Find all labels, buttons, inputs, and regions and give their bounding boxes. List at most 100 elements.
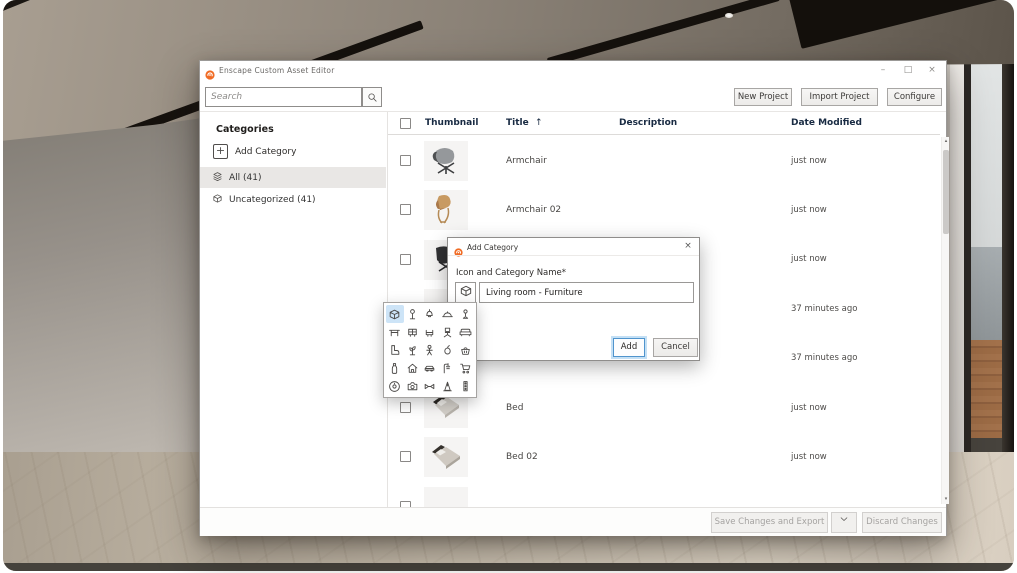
asset-thumbnail: [424, 437, 468, 477]
scene-window-wall: [950, 56, 964, 480]
box-icon[interactable]: [386, 305, 404, 323]
pendant-lamp-icon[interactable]: [421, 305, 439, 323]
shower-icon[interactable]: [439, 359, 457, 377]
maximize-button[interactable]: □: [897, 63, 919, 78]
scene-window-glass: [971, 56, 1002, 480]
ceiling-dark-corner: [782, 0, 1014, 49]
asset-thumbnail: [424, 141, 468, 181]
vertical-scrollbar[interactable]: ▴ ▾: [941, 137, 949, 504]
categories-sidebar: Categories + Add Category All (41) Uncat…: [200, 112, 387, 507]
minimize-button[interactable]: –: [872, 63, 894, 78]
bottle-icon[interactable]: [386, 359, 404, 377]
plant-icon[interactable]: [404, 341, 422, 359]
scene-window-frame: [964, 56, 971, 480]
row-checkbox[interactable]: [400, 451, 411, 462]
shopping-cart-icon[interactable]: [456, 359, 474, 377]
traffic-light-icon[interactable]: [456, 377, 474, 395]
asset-title: Armchair: [506, 156, 547, 166]
chair-icon[interactable]: [421, 323, 439, 341]
scene-window-frame: [1002, 56, 1014, 480]
table-row[interactable]: Bed 02just now: [388, 432, 940, 481]
row-checkbox[interactable]: [400, 204, 411, 215]
column-thumbnail[interactable]: Thumbnail: [425, 118, 478, 128]
table-icon[interactable]: [386, 323, 404, 341]
plus-icon: +: [213, 144, 228, 159]
add-category-button[interactable]: + Add Category: [213, 144, 296, 159]
table-row[interactable]: [388, 482, 940, 507]
new-project-button[interactable]: New Project: [734, 88, 792, 106]
sidebar-item-label: All (41): [229, 173, 262, 183]
ceiling-light-strip: [3, 0, 126, 21]
dialog-close-icon[interactable]: ×: [681, 240, 695, 253]
add-button[interactable]: Add: [613, 338, 645, 357]
sidebar-item-uncategorized[interactable]: Uncategorized (41): [200, 190, 386, 210]
icon-and-name-label: Icon and Category Name*: [456, 268, 566, 278]
sidebar-item-all[interactable]: All (41): [200, 167, 386, 188]
asset-date-modified: just now: [791, 156, 827, 166]
footer-bar: Save Changes and Export Discard Changes: [200, 507, 946, 536]
chevron-down-icon: [839, 513, 849, 532]
column-title[interactable]: Title: [506, 118, 529, 128]
table-row[interactable]: Armchair just now: [388, 136, 940, 185]
dialog-title: Add Category: [467, 243, 518, 252]
ceiling-light-strip: [547, 0, 780, 67]
configure-button[interactable]: Configure: [887, 88, 942, 106]
floor-lamp-icon[interactable]: [404, 305, 422, 323]
sidebar-item-label: Uncategorized (41): [229, 195, 316, 205]
table-row[interactable]: Armchair 02just now: [388, 185, 940, 234]
scene-brick-wall: [971, 340, 1002, 438]
title-bar[interactable]: Enscape Custom Asset Editor – □ ×: [200, 61, 946, 80]
save-options-dropdown-button[interactable]: [831, 512, 857, 533]
office-chair-icon[interactable]: [439, 323, 457, 341]
camera-icon[interactable]: [404, 377, 422, 395]
row-checkbox[interactable]: [400, 155, 411, 166]
sofa-icon[interactable]: [456, 323, 474, 341]
category-name-input[interactable]: [479, 282, 694, 303]
enscape-logo-icon: [205, 65, 215, 75]
asset-thumbnail: [424, 190, 468, 230]
select-all-checkbox[interactable]: [400, 118, 411, 129]
boot-icon[interactable]: [386, 341, 404, 359]
scrollbar-thumb[interactable]: [943, 150, 949, 234]
basket-icon[interactable]: [456, 341, 474, 359]
bone-icon[interactable]: [421, 377, 439, 395]
column-description[interactable]: Description: [619, 118, 677, 128]
food-dome-icon[interactable]: [439, 305, 457, 323]
ceiling-spotlight: [725, 13, 733, 18]
category-icon-button[interactable]: [455, 282, 476, 303]
search-input[interactable]: [205, 87, 362, 107]
house-icon[interactable]: [404, 359, 422, 377]
sort-ascending-icon[interactable]: ↑: [535, 118, 543, 128]
search-button[interactable]: [362, 87, 382, 107]
cabinet-icon[interactable]: [404, 323, 422, 341]
cancel-button[interactable]: Cancel: [653, 338, 698, 357]
close-button[interactable]: ×: [921, 63, 943, 78]
scene-window: [950, 56, 1014, 480]
box-icon: [212, 193, 223, 207]
save-changes-export-button[interactable]: Save Changes and Export: [711, 512, 828, 533]
search-icon: [367, 88, 378, 107]
box-icon: [459, 283, 473, 302]
asset-date-modified: just now: [791, 254, 827, 264]
import-project-button[interactable]: Import Project: [801, 88, 878, 106]
scroll-down-icon[interactable]: ▾: [942, 495, 950, 504]
row-checkbox[interactable]: [400, 402, 411, 413]
discard-changes-button[interactable]: Discard Changes: [862, 512, 942, 533]
enscape-logo-icon: [454, 242, 463, 251]
person-icon[interactable]: [421, 341, 439, 359]
cone-icon[interactable]: [439, 377, 457, 395]
scroll-up-icon[interactable]: ▴: [942, 137, 950, 146]
apple-icon[interactable]: [439, 341, 457, 359]
row-checkbox[interactable]: [400, 254, 411, 265]
asset-date-modified: just now: [791, 452, 827, 462]
desk-lamp-icon[interactable]: [456, 305, 474, 323]
car-icon[interactable]: [421, 359, 439, 377]
dialog-title-divider: [448, 255, 699, 256]
speaker-icon[interactable]: [386, 377, 404, 395]
column-date-modified[interactable]: Date Modified: [791, 118, 862, 128]
asset-thumbnail: [424, 487, 468, 507]
scene-bottom-edge: [3, 563, 1014, 571]
scene-mountain: [971, 247, 1002, 340]
category-icon-picker-popup: [383, 302, 477, 398]
asset-title: Bed: [506, 403, 523, 413]
